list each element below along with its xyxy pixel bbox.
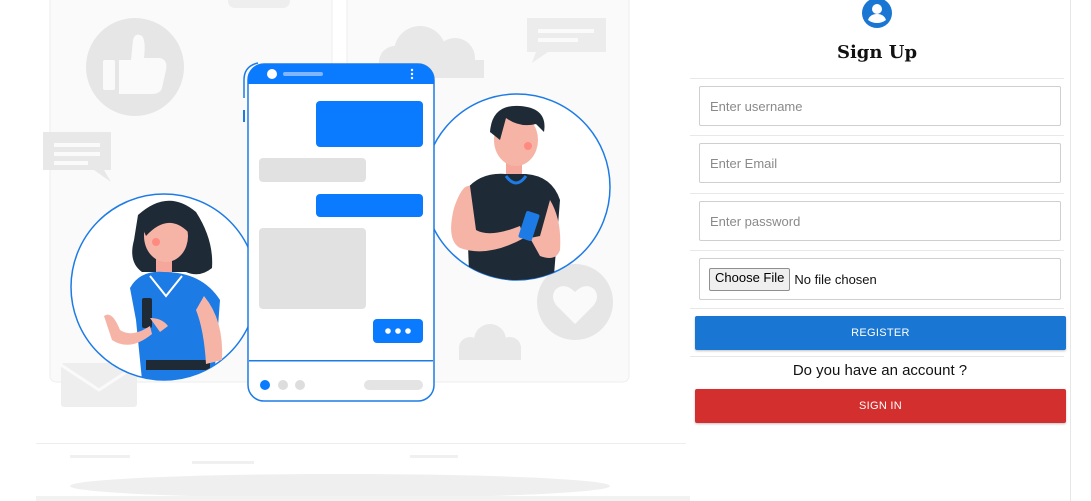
password-input[interactable] — [699, 201, 1061, 241]
file-upload-field: Choose File No file chosen — [699, 258, 1061, 300]
user-circle-icon — [862, 0, 892, 28]
heart-icon — [537, 264, 613, 340]
choose-file-button[interactable]: Choose File — [709, 267, 791, 291]
chat-illustration — [36, 0, 690, 501]
register-button[interactable]: REGISTER — [695, 316, 1066, 350]
thumbs-up-icon — [86, 18, 184, 116]
divider — [690, 78, 1064, 79]
divider — [690, 193, 1064, 194]
divider — [690, 308, 1064, 309]
sign-in-button[interactable]: SIGN IN — [695, 389, 1066, 423]
divider — [690, 250, 1064, 251]
signup-form-panel: Sign Up Choose File No file chosen REGIS… — [690, 0, 1071, 501]
divider — [690, 356, 1064, 357]
username-input[interactable] — [699, 86, 1061, 126]
account-prompt: Do you have an account ? — [792, 362, 968, 379]
page-title: Sign Up — [836, 42, 918, 63]
woman-avatar-illustration — [70, 193, 258, 381]
email-input[interactable] — [699, 143, 1061, 183]
file-status-text: No file chosen — [794, 271, 877, 287]
phone-illustration — [243, 62, 435, 402]
divider — [690, 135, 1064, 136]
